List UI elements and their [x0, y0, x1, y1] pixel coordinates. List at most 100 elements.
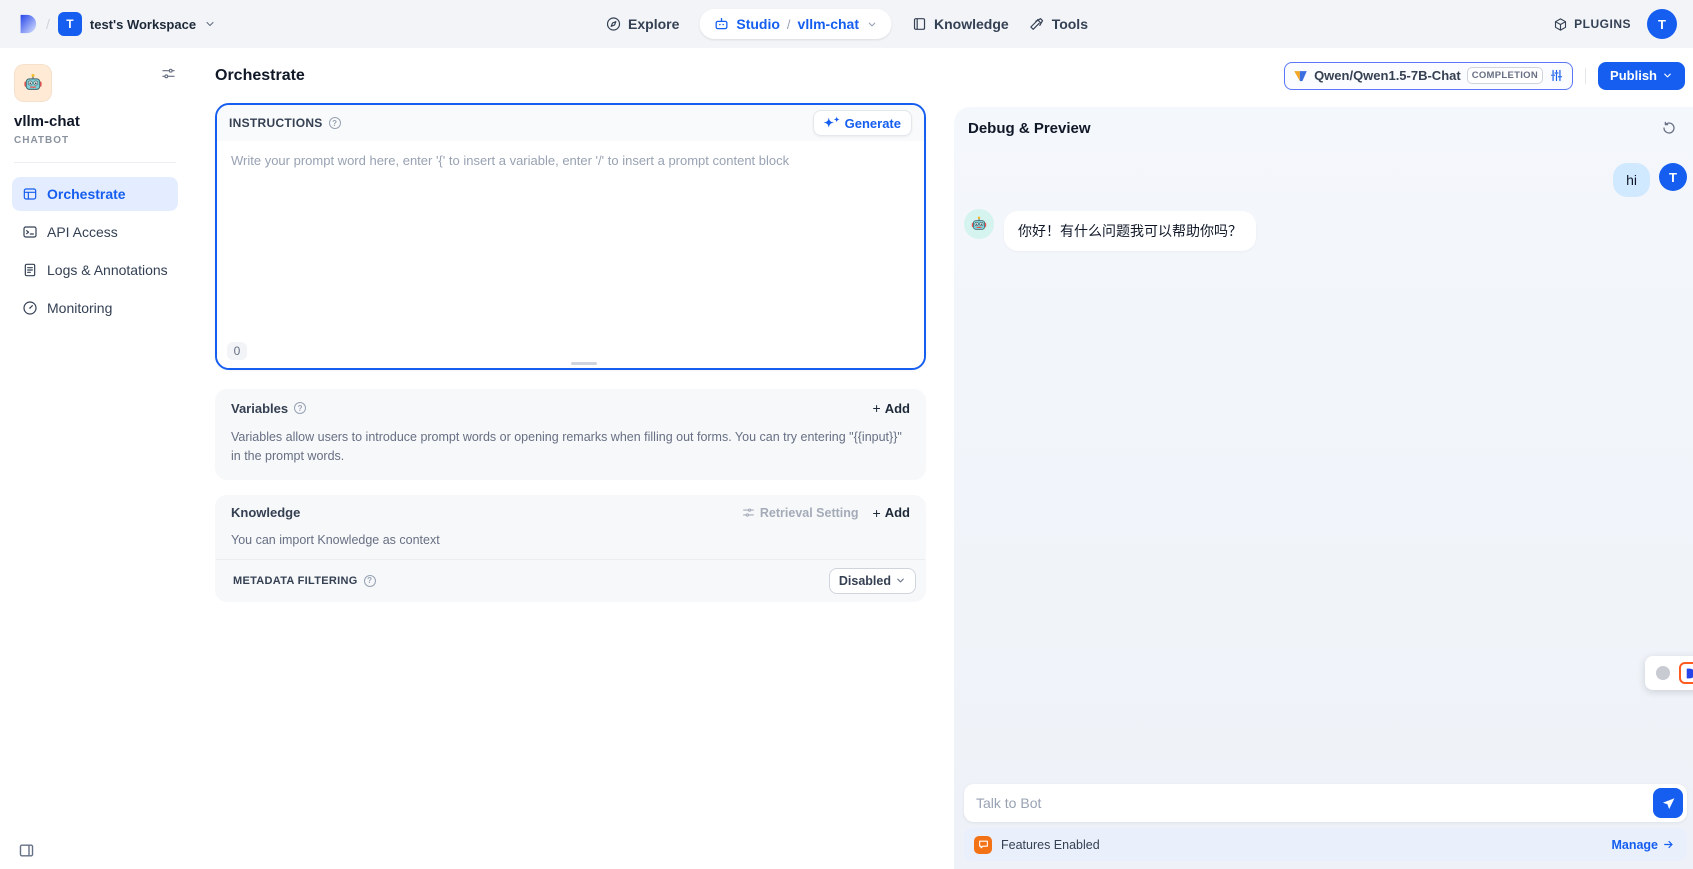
retrieval-setting-button[interactable]: Retrieval Setting — [742, 506, 859, 520]
sidebar-item-orchestrate[interactable]: Orchestrate — [12, 177, 178, 211]
orchestrate-column: INSTRUCTIONS ? ✦✦ Generate 0 Variables ?… — [190, 103, 954, 869]
sliders-horizontal-icon — [742, 506, 755, 519]
content-area: Orchestrate Qwen/Qwen1.5-7B-Chat COMPLET… — [190, 48, 1693, 869]
char-count-badge: 0 — [227, 342, 247, 360]
sidebar-item-label: Monitoring — [47, 300, 112, 316]
app-type-label: CHATBOT — [14, 135, 176, 146]
restart-icon[interactable] — [1661, 120, 1677, 136]
chat-message-user: hi T — [1613, 163, 1687, 197]
manage-link[interactable]: Manage — [1611, 838, 1675, 852]
layout-window-icon — [22, 186, 38, 202]
paper-plane-icon — [1661, 796, 1676, 811]
knowledge-card: Knowledge Retrieval Setting + Add You ca… — [215, 495, 926, 602]
publish-button[interactable]: Publish — [1598, 62, 1685, 90]
robot-emoji-icon — [21, 71, 45, 95]
sidebar-item-logs-annotations[interactable]: Logs & Annotations — [12, 253, 178, 287]
terminal-icon — [22, 224, 38, 240]
gauge-icon — [22, 300, 38, 316]
top-header: / T test's Workspace Explore Studio / vl… — [0, 0, 1693, 48]
nav-tools[interactable]: Tools — [1029, 16, 1088, 32]
metadata-filtering-row: METADATA FILTERING ? Disabled — [215, 560, 926, 602]
sidebar-menu: Orchestrate API Access Logs & Annotation… — [0, 177, 190, 325]
features-icon — [974, 836, 992, 854]
nav-knowledge[interactable]: Knowledge — [911, 16, 1009, 32]
bot-avatar — [964, 209, 994, 239]
add-knowledge-button[interactable]: + Add — [873, 505, 910, 521]
plugins-label: PLUGINS — [1574, 17, 1631, 31]
knowledge-title: Knowledge — [231, 505, 300, 520]
instructions-header: INSTRUCTIONS ? ✦✦ Generate — [217, 105, 924, 141]
nav-app-name: vllm-chat — [798, 16, 859, 32]
generate-label: Generate — [845, 116, 901, 131]
sliders-vertical-icon[interactable] — [1549, 68, 1564, 83]
metadata-filtering-dropdown[interactable]: Disabled — [829, 568, 916, 594]
sidebar-item-monitoring[interactable]: Monitoring — [12, 291, 178, 325]
chat-input[interactable] — [964, 784, 1653, 822]
header-right: PLUGINS T — [1553, 9, 1677, 39]
compass-icon — [605, 16, 621, 32]
prompt-editor[interactable] — [217, 141, 924, 368]
resize-handle[interactable] — [571, 362, 597, 365]
workspace-name[interactable]: test's Workspace — [90, 17, 196, 32]
nav-explore[interactable]: Explore — [605, 16, 679, 32]
plus-icon: + — [873, 400, 881, 416]
hammer-icon — [1029, 16, 1045, 32]
app-header: vllm-chat CHATBOT — [0, 48, 190, 146]
model-name: Qwen/Qwen1.5-7B-Chat — [1314, 68, 1461, 83]
features-bar: Features Enabled Manage — [964, 828, 1687, 861]
dify-logo-icon[interactable] — [16, 13, 38, 35]
generate-button[interactable]: ✦✦ Generate — [813, 110, 912, 136]
sidebar-item-api-access[interactable]: API Access — [12, 215, 178, 249]
chevron-down-icon[interactable] — [204, 18, 216, 30]
chevron-down-icon — [1662, 70, 1673, 81]
send-button[interactable] — [1653, 788, 1683, 818]
help-icon[interactable]: ? — [364, 575, 376, 587]
panel-toggle-icon[interactable] — [18, 842, 35, 859]
knowledge-description: You can import Knowledge as context — [215, 529, 926, 559]
model-selector[interactable]: Qwen/Qwen1.5-7B-Chat COMPLETION — [1284, 62, 1573, 90]
sparkle-icon: ✦✦ — [824, 117, 840, 129]
help-icon[interactable]: ? — [294, 402, 306, 414]
retrieval-setting-label: Retrieval Setting — [760, 506, 859, 520]
debug-preview-title: Debug & Preview — [968, 120, 1091, 137]
sidebar-divider — [14, 162, 176, 163]
chat-message-assistant: 你好！有什么问题我可以帮助你吗？ — [964, 209, 1256, 251]
variables-title: Variables — [231, 401, 288, 416]
metadata-filtering-value: Disabled — [839, 574, 891, 588]
metadata-filtering-title: METADATA FILTERING — [233, 575, 358, 587]
chevron-down-icon — [895, 575, 906, 586]
nav-tools-label: Tools — [1052, 16, 1088, 32]
floating-widget[interactable] — [1645, 656, 1693, 690]
features-label: Features Enabled — [1001, 838, 1100, 852]
app-icon[interactable] — [14, 64, 52, 102]
app-sidebar: vllm-chat CHATBOT Orchestrate API Access… — [0, 48, 190, 869]
nav-explore-label: Explore — [628, 16, 679, 32]
chevron-down-icon[interactable] — [866, 19, 877, 30]
user-avatar[interactable]: T — [1647, 9, 1677, 39]
add-variable-button[interactable]: + Add — [873, 400, 910, 416]
app-settings-icon[interactable] — [161, 66, 176, 81]
sidebar-item-label: API Access — [47, 224, 118, 240]
arrow-right-icon — [1662, 838, 1675, 851]
chat-input-bar — [964, 784, 1687, 822]
variables-card: Variables ? + Add Variables allow users … — [215, 389, 926, 480]
plugins-button[interactable]: PLUGINS — [1553, 17, 1631, 32]
help-icon[interactable]: ? — [329, 117, 341, 129]
add-label: Add — [885, 401, 910, 416]
nav-studio-active[interactable]: Studio / vllm-chat — [699, 9, 891, 39]
main-nav: Explore Studio / vllm-chat Knowledge Too… — [605, 0, 1088, 48]
workspace-avatar[interactable]: T — [58, 12, 82, 36]
variables-description: Variables allow users to introduce promp… — [231, 428, 910, 467]
publish-label: Publish — [1610, 68, 1657, 83]
drag-dot-icon — [1656, 666, 1670, 680]
app-name: vllm-chat — [14, 113, 176, 130]
extension-icon[interactable] — [1679, 662, 1693, 684]
robot-emoji-icon — [969, 214, 989, 234]
assistant-message-bubble: 你好！有什么问题我可以帮助你吗？ — [1004, 211, 1256, 251]
manage-label: Manage — [1611, 838, 1658, 852]
page-title: Orchestrate — [215, 67, 305, 85]
document-lines-icon — [22, 262, 38, 278]
add-label: Add — [885, 505, 910, 520]
debug-preview-panel: Debug & Preview hi T — [954, 107, 1693, 869]
header-separator: / — [46, 16, 50, 32]
